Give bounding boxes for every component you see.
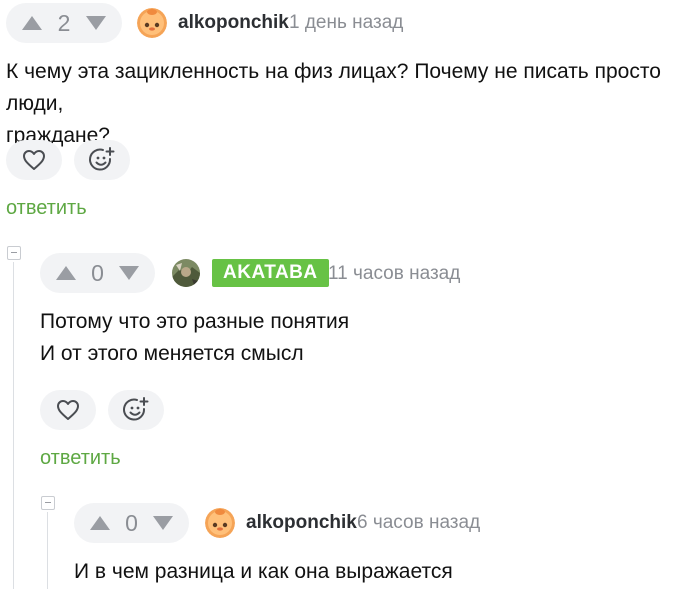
thread-line (47, 512, 48, 589)
comment-text: К чему эта зацикленность на физ лицах? П… (6, 56, 696, 152)
arrow-up-icon (56, 266, 76, 280)
arrow-up-icon (90, 516, 110, 530)
downvote-button[interactable] (83, 13, 109, 33)
vote-control: 2 (6, 3, 122, 43)
like-button[interactable] (40, 390, 96, 430)
username-badge[interactable]: AKATABA (212, 259, 329, 287)
vote-control: 0 (40, 253, 155, 293)
heart-icon (57, 400, 79, 420)
username[interactable]: alkoponchik (178, 12, 289, 34)
rating-count: 2 (57, 9, 71, 36)
comment-text: Потому что это разные понятия И от этого… (40, 306, 690, 370)
like-button[interactable] (6, 140, 62, 180)
thread-line (13, 262, 14, 589)
avatar[interactable] (137, 8, 167, 38)
rating-count: 0 (125, 509, 138, 536)
timestamp[interactable]: 1 день назад (289, 12, 403, 34)
avatar-image-icon (172, 259, 200, 287)
face-avatar-icon (137, 8, 167, 38)
timestamp[interactable]: 11 часов назад (328, 263, 460, 285)
add-reaction-button[interactable] (108, 390, 164, 430)
add-emoji-icon (123, 397, 149, 421)
rating-count: 0 (91, 259, 104, 286)
downvote-button[interactable] (116, 263, 142, 283)
heart-icon (23, 150, 45, 170)
arrow-down-icon (118, 266, 139, 280)
comment-line: Потому что это разные понятия (40, 310, 350, 333)
upvote-button[interactable] (19, 13, 45, 33)
collapse-thread-button[interactable] (7, 246, 21, 260)
username[interactable]: alkoponchik (246, 512, 357, 534)
collapse-thread-button[interactable] (41, 496, 55, 510)
avatar[interactable] (205, 508, 235, 538)
avatar[interactable] (172, 259, 200, 287)
comment-line: И от этого меняется смысл (40, 342, 304, 365)
reply-link[interactable]: ответить (40, 447, 121, 470)
comment-line: И в чем разница и как она выражается (74, 560, 453, 583)
upvote-button[interactable] (53, 263, 79, 283)
downvote-button[interactable] (150, 513, 176, 533)
add-reaction-button[interactable] (74, 140, 130, 180)
comment-text: И в чем разница и как она выражается (74, 556, 694, 588)
upvote-button[interactable] (87, 513, 113, 533)
face-avatar-icon (205, 508, 235, 538)
arrow-up-icon (22, 16, 42, 30)
comment-line: К чему эта зацикленность на физ лицах? П… (6, 60, 661, 115)
timestamp[interactable]: 6 часов назад (357, 512, 480, 534)
add-emoji-icon (89, 147, 115, 171)
reply-link[interactable]: ответить (6, 197, 87, 220)
vote-control: 0 (74, 503, 189, 543)
arrow-down-icon (152, 516, 173, 530)
arrow-down-icon (85, 16, 106, 30)
